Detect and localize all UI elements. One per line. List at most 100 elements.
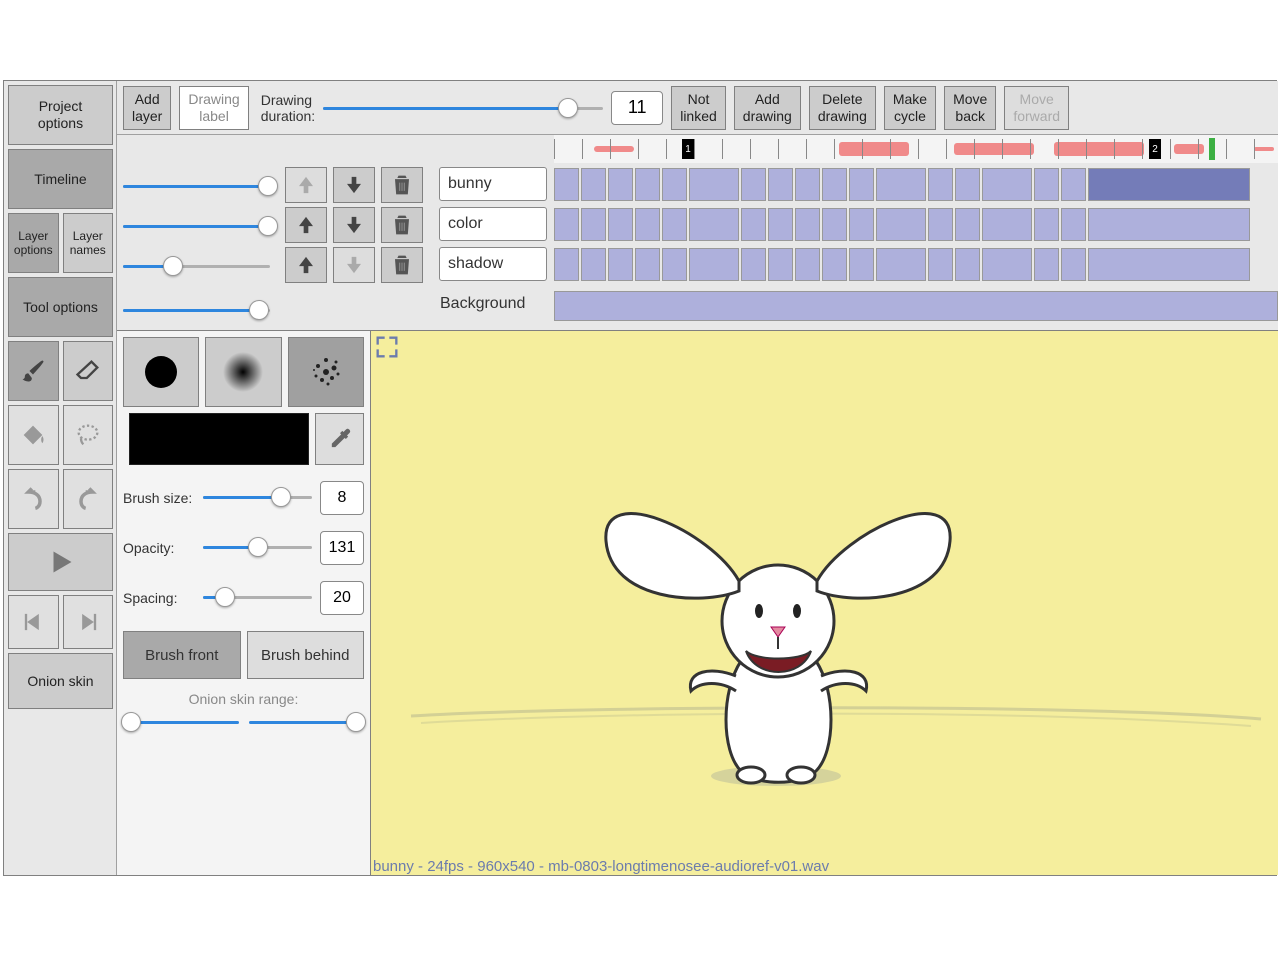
spacing-value[interactable]: 20 (320, 581, 364, 615)
not-linked-button[interactable]: Not linked (671, 86, 726, 130)
frame-cell[interactable] (795, 208, 820, 241)
frame-cell[interactable] (849, 208, 874, 241)
frame-cell[interactable] (608, 248, 633, 281)
play-button[interactable] (8, 533, 113, 591)
frame-cell[interactable] (608, 208, 633, 241)
frame-cell[interactable] (822, 168, 847, 201)
layer-name-input[interactable]: color (439, 207, 547, 241)
brush-tool-button[interactable] (8, 341, 59, 401)
add-layer-button[interactable]: Add layer (123, 86, 171, 130)
add-drawing-button[interactable]: Add drawing (734, 86, 801, 130)
move-back-button[interactable]: Move back (944, 86, 996, 130)
frame-cell[interactable] (1088, 248, 1250, 281)
audio-marker-2[interactable]: 2 (1149, 139, 1161, 159)
frame-cell[interactable] (741, 248, 766, 281)
undo-button[interactable] (8, 469, 59, 529)
frame-cell[interactable] (768, 208, 793, 241)
layer-delete-button[interactable] (381, 167, 423, 203)
project-options-button[interactable]: Project options (8, 85, 113, 145)
spacing-slider[interactable] (203, 588, 312, 608)
frame-cell[interactable] (741, 168, 766, 201)
brush-swatch-texture[interactable] (288, 337, 364, 407)
onion-after-slider[interactable] (249, 713, 361, 731)
frame-cell[interactable] (554, 248, 579, 281)
layer-name-input[interactable]: bunny (439, 167, 547, 201)
redo-button[interactable] (63, 469, 114, 529)
frame-cell[interactable] (955, 208, 980, 241)
audio-track[interactable]: 1 2 (554, 135, 1278, 163)
layer-opacity-slider[interactable] (123, 257, 270, 275)
frame-cell[interactable] (1088, 208, 1250, 241)
frame-cell[interactable] (608, 168, 633, 201)
frame-cell[interactable] (1034, 208, 1059, 241)
drawing-duration-value[interactable]: 11 (611, 91, 663, 125)
brush-front-button[interactable]: Brush front (123, 631, 241, 679)
frame-cell[interactable] (955, 168, 980, 201)
eraser-tool-button[interactable] (63, 341, 114, 401)
frame-cell[interactable] (768, 248, 793, 281)
frame-cell[interactable] (554, 168, 579, 201)
layer-move-down-button[interactable] (333, 247, 375, 283)
frame-cell[interactable] (822, 208, 847, 241)
fill-tool-button[interactable] (8, 405, 59, 465)
frame-cell[interactable] (1061, 248, 1086, 281)
brush-behind-button[interactable]: Brush behind (247, 631, 365, 679)
layer-move-down-button[interactable] (333, 207, 375, 243)
frame-cell[interactable] (982, 248, 1032, 281)
frame-cell[interactable] (635, 168, 660, 201)
eyedropper-button[interactable] (315, 413, 364, 465)
layer-opacity-slider[interactable] (123, 217, 270, 235)
layer-move-down-button[interactable] (333, 167, 375, 203)
tool-options-button[interactable]: Tool options (8, 277, 113, 337)
opacity-slider[interactable] (203, 538, 312, 558)
layer-frame-strip[interactable] (554, 168, 1250, 201)
frame-cell[interactable] (1061, 168, 1086, 201)
frame-cell[interactable] (876, 248, 926, 281)
frame-cell[interactable] (849, 248, 874, 281)
delete-drawing-button[interactable]: Delete drawing (809, 86, 876, 130)
frame-cell[interactable] (689, 248, 739, 281)
drawing-label-button[interactable]: Drawing label (179, 86, 248, 130)
frame-cell[interactable] (928, 248, 953, 281)
layer-options-button[interactable]: Layer options (8, 213, 59, 273)
brush-swatch-soft[interactable] (205, 337, 281, 407)
frame-cell[interactable] (1088, 168, 1250, 201)
frame-cell[interactable] (876, 168, 926, 201)
layer-move-up-button[interactable] (285, 207, 327, 243)
layer-move-up-button[interactable] (285, 167, 327, 203)
layer-opacity-slider[interactable] (123, 177, 270, 195)
layer-delete-button[interactable] (381, 207, 423, 243)
frame-cell[interactable] (689, 208, 739, 241)
expand-canvas-button[interactable] (373, 333, 401, 366)
brush-swatch-hard[interactable] (123, 337, 199, 407)
onion-skin-button[interactable]: Onion skin (8, 653, 113, 709)
make-cycle-button[interactable]: Make cycle (884, 86, 936, 130)
frame-cell[interactable] (795, 248, 820, 281)
step-forward-button[interactable] (63, 595, 114, 649)
background-frame-strip[interactable] (554, 291, 1278, 321)
frame-cell[interactable] (581, 208, 606, 241)
frame-cell[interactable] (982, 208, 1032, 241)
frame-cell[interactable] (822, 248, 847, 281)
brush-size-value[interactable]: 8 (320, 481, 364, 515)
layer-frame-strip[interactable] (554, 208, 1250, 241)
frame-cell[interactable] (662, 248, 687, 281)
playhead[interactable] (1209, 138, 1215, 160)
frame-cell[interactable] (876, 208, 926, 241)
layer-names-button[interactable]: Layer names (63, 213, 114, 273)
drawing-duration-slider[interactable] (323, 99, 603, 117)
frame-cell[interactable] (689, 168, 739, 201)
frame-cell[interactable] (741, 208, 766, 241)
layer-move-up-button[interactable] (285, 247, 327, 283)
frame-cell[interactable] (1034, 168, 1059, 201)
frame-cell[interactable] (554, 208, 579, 241)
color-swatch[interactable] (129, 413, 309, 465)
brush-size-slider[interactable] (203, 488, 312, 508)
frame-cell[interactable] (581, 168, 606, 201)
frame-cell[interactable] (955, 248, 980, 281)
lasso-tool-button[interactable] (63, 405, 114, 465)
frame-cell[interactable] (1034, 248, 1059, 281)
frame-cell[interactable] (849, 168, 874, 201)
frame-cell[interactable] (581, 248, 606, 281)
frame-cell[interactable] (635, 208, 660, 241)
